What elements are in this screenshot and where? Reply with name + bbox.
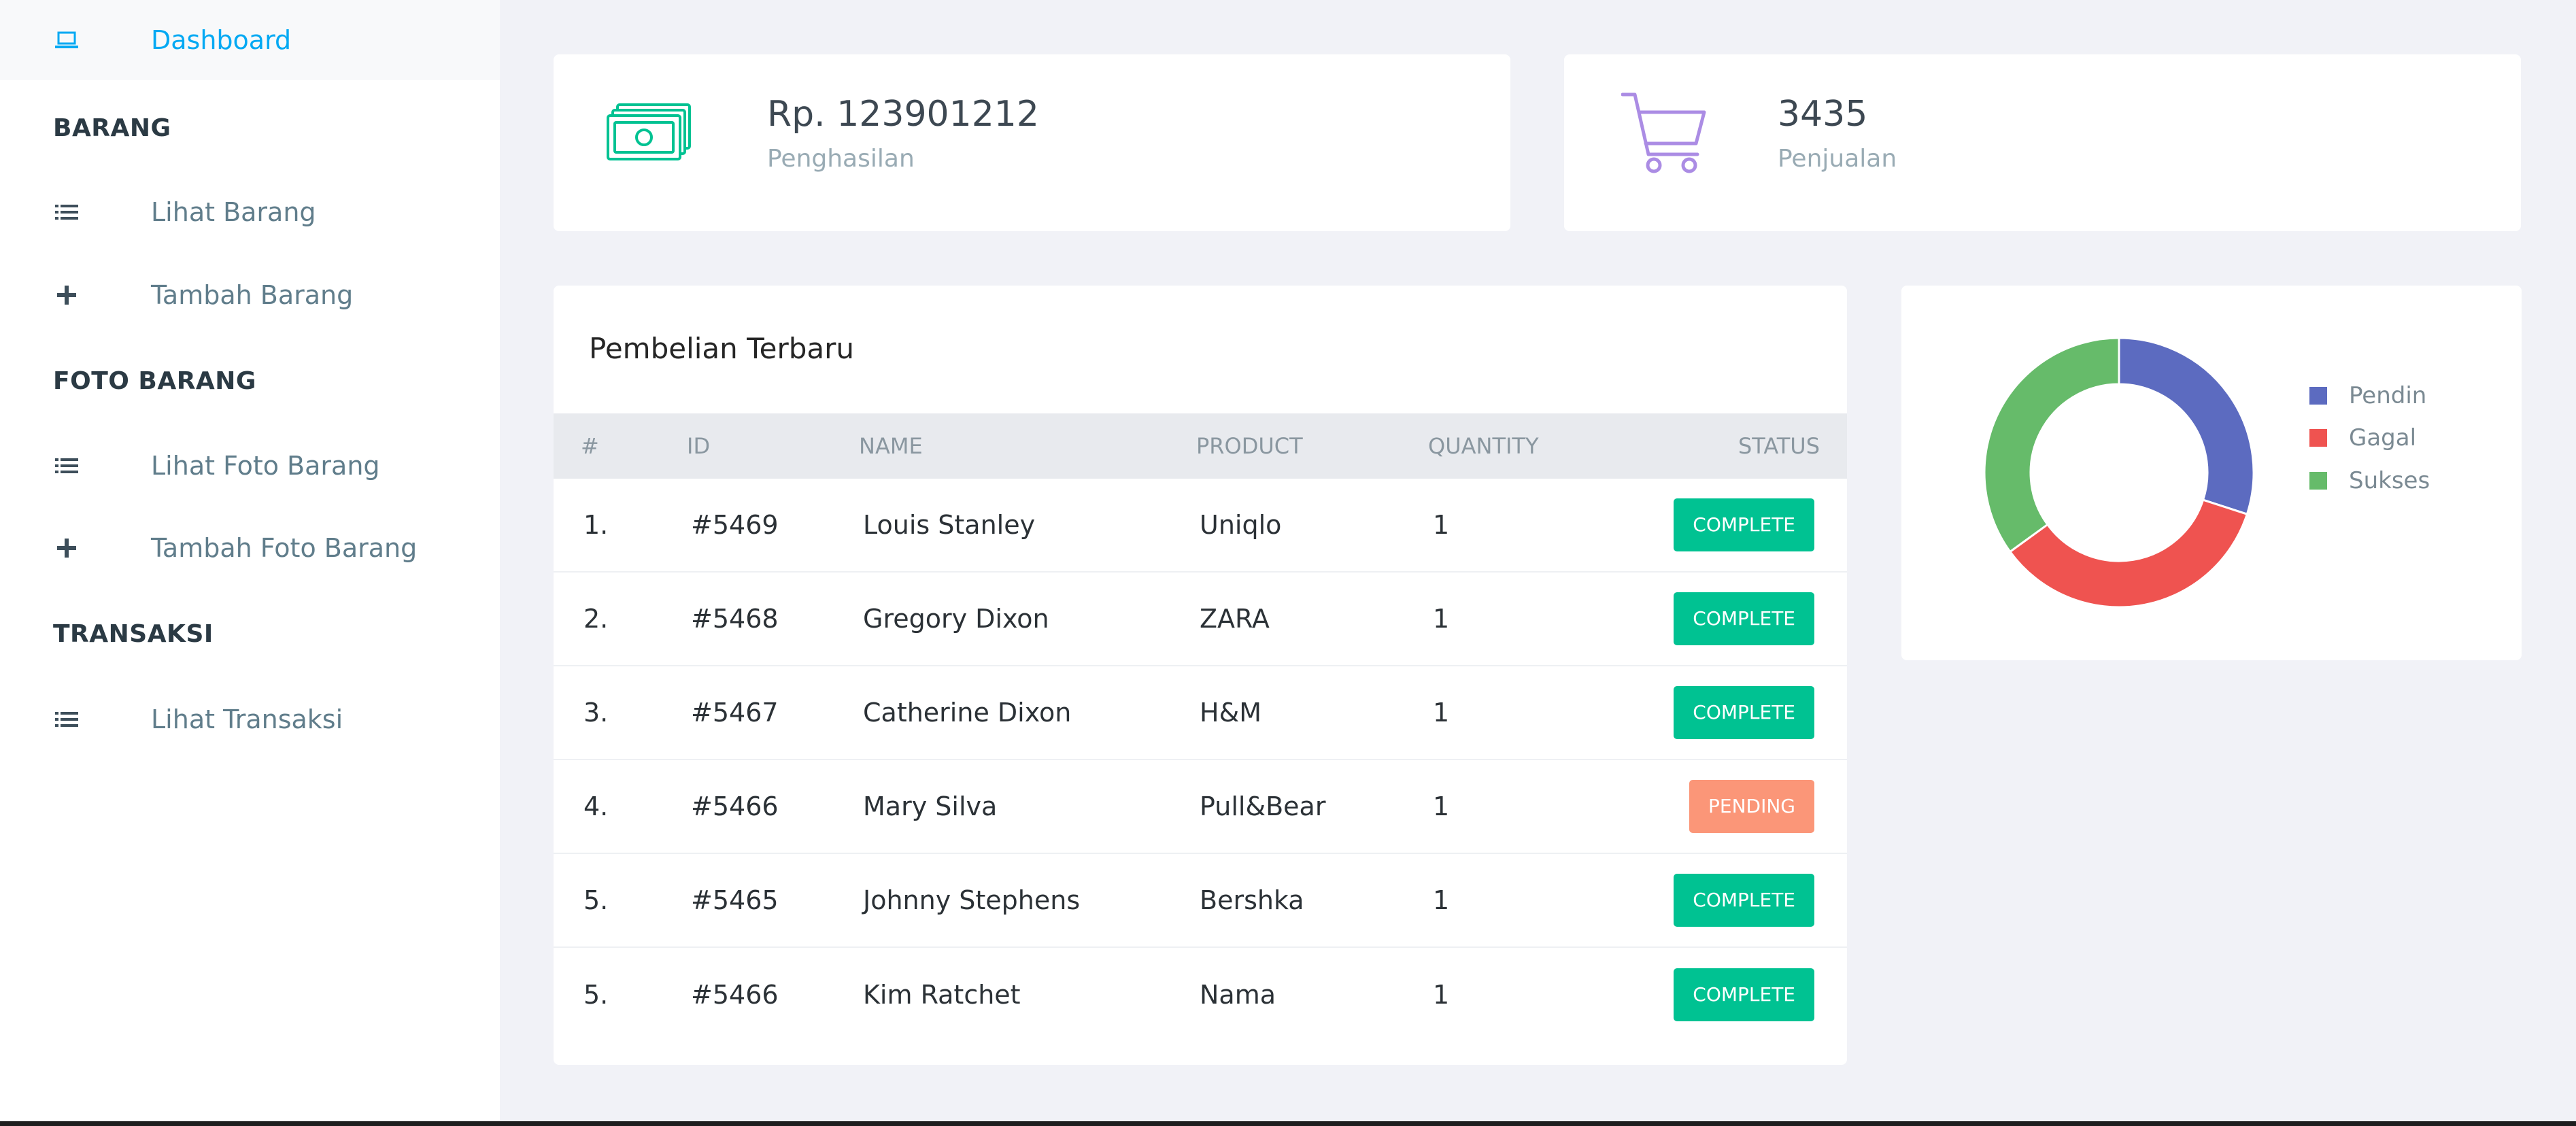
sidebar-item-tambah-foto-barang[interactable]: Tambah Foto Barang [0, 508, 500, 588]
sidebar-item-label: Lihat Transaksi [151, 704, 343, 734]
cell-product: Uniqlo [1200, 510, 1282, 540]
legend-item: Sukses [2309, 464, 2430, 498]
table-header: # ID NAME PRODUCT QUANTITY STATUS [554, 413, 1847, 479]
list-icon [53, 706, 80, 733]
cell-id: #5467 [691, 698, 779, 728]
status-badge: COMPLETE [1674, 592, 1814, 645]
column-header-id: ID [687, 433, 711, 459]
list-icon [53, 452, 80, 479]
sidebar-section-barang: BARANG [53, 114, 171, 142]
stat-value: Rp. 123901212 [767, 94, 1039, 135]
cell-number: 3. [583, 698, 609, 728]
status-badge: PENDING [1689, 780, 1814, 833]
sidebar-item-tambah-barang[interactable]: Tambah Barang [0, 255, 500, 335]
recent-purchases-card: Pembelian Terbaru # ID NAME PRODUCT QUAN… [554, 286, 1847, 1065]
legend-label: Gagal [2349, 424, 2417, 451]
table-row: 5. #5466 Kim Ratchet Nama 1 COMPLETE [554, 948, 1847, 1042]
plus-icon [53, 282, 80, 309]
cell-product: Pull&Bear [1200, 791, 1326, 821]
cell-number: 1. [583, 510, 609, 540]
cell-id: #5465 [691, 885, 779, 915]
list-icon [53, 199, 80, 226]
card-title: Pembelian Terbaru [589, 332, 855, 365]
stat-card-penjualan: 3435 Penjualan [1564, 54, 2521, 231]
cell-number: 5. [583, 980, 609, 1010]
cell-id: #5466 [691, 980, 779, 1010]
sidebar-item-lihat-transaksi[interactable]: Lihat Transaksi [0, 679, 500, 760]
sidebar-section-foto-barang: FOTO BARANG [53, 367, 256, 395]
stat-label: Penjualan [1778, 145, 1897, 173]
cell-id: #5469 [691, 510, 779, 540]
cart-icon [1621, 92, 1710, 179]
sidebar-item-dashboard[interactable]: Dashboard [0, 0, 500, 80]
cell-product: Nama [1200, 980, 1276, 1010]
status-chart-card: Pendin Gagal Sukses [1901, 286, 2522, 660]
cell-product: Bershka [1200, 885, 1304, 915]
legend-swatch [2309, 387, 2327, 405]
table-row: 1. #5469 Louis Stanley Uniqlo 1 COMPLETE [554, 479, 1847, 573]
donut-slice-pendin [2118, 337, 2255, 516]
laptop-icon [53, 27, 80, 54]
cell-quantity: 1 [1433, 791, 1450, 821]
status-badge: COMPLETE [1674, 498, 1814, 551]
cell-number: 4. [583, 791, 609, 821]
status-badge: COMPLETE [1674, 874, 1814, 927]
table-row: 5. #5465 Johnny Stephens Bershka 1 COMPL… [554, 854, 1847, 948]
sidebar-item-label: Dashboard [151, 25, 292, 55]
column-header-number: # [581, 433, 599, 459]
cell-id: #5466 [691, 791, 779, 821]
stat-label: Penghasilan [767, 145, 915, 173]
cell-number: 2. [583, 604, 609, 634]
donut-chart [1983, 337, 2255, 609]
cell-name: Louis Stanley [863, 510, 1036, 540]
bottom-edge [0, 1121, 2576, 1126]
legend-label: Sukses [2349, 467, 2430, 494]
cell-id: #5468 [691, 604, 779, 634]
money-icon [605, 102, 694, 170]
legend-item: Gagal [2309, 421, 2416, 455]
cell-name: Mary Silva [863, 791, 998, 821]
cell-name: Kim Ratchet [863, 980, 1021, 1010]
sidebar-item-lihat-foto-barang[interactable]: Lihat Foto Barang [0, 426, 500, 506]
legend-label: Pendin [2349, 382, 2427, 409]
cell-quantity: 1 [1433, 885, 1450, 915]
sidebar-item-label: Lihat Foto Barang [151, 451, 380, 481]
column-header-product: PRODUCT [1196, 433, 1303, 459]
column-header-status: STATUS [1738, 433, 1820, 459]
table-row: 4. #5466 Mary Silva Pull&Bear 1 PENDING [554, 760, 1847, 854]
cell-name: Johnny Stephens [863, 885, 1081, 915]
legend-item: Pendin [2309, 379, 2426, 413]
stat-card-penghasilan: Rp. 123901212 Penghasilan [554, 54, 1510, 231]
legend-swatch [2309, 429, 2327, 447]
cell-quantity: 1 [1433, 980, 1450, 1010]
column-header-name: NAME [859, 433, 923, 459]
table-row: 2. #5468 Gregory Dixon ZARA 1 COMPLETE [554, 573, 1847, 666]
cell-quantity: 1 [1433, 510, 1450, 540]
sidebar-item-label: Lihat Barang [151, 197, 316, 227]
status-badge: COMPLETE [1674, 968, 1814, 1021]
cell-product: ZARA [1200, 604, 1270, 634]
cell-number: 5. [583, 885, 609, 915]
cell-product: H&M [1200, 698, 1261, 728]
column-header-quantity: QUANTITY [1428, 433, 1539, 459]
table-row: 3. #5467 Catherine Dixon H&M 1 COMPLETE [554, 666, 1847, 760]
cell-quantity: 1 [1433, 604, 1450, 634]
cell-name: Catherine Dixon [863, 698, 1072, 728]
sidebar-item-label: Tambah Foto Barang [151, 533, 418, 563]
plus-icon [53, 534, 80, 562]
status-badge: COMPLETE [1674, 686, 1814, 739]
cell-quantity: 1 [1433, 698, 1450, 728]
sidebar: Dashboard BARANG Lihat Barang Tambah Bar… [0, 0, 500, 1121]
sidebar-item-label: Tambah Barang [151, 280, 354, 310]
sidebar-section-transaksi: TRANSAKSI [53, 620, 214, 648]
stat-value: 3435 [1778, 94, 1868, 135]
cell-name: Gregory Dixon [863, 604, 1049, 634]
donut-slice-sukses [1983, 337, 2120, 553]
donut-slice-gagal [2008, 498, 2249, 609]
legend-swatch [2309, 472, 2327, 490]
sidebar-item-lihat-barang[interactable]: Lihat Barang [0, 172, 500, 252]
